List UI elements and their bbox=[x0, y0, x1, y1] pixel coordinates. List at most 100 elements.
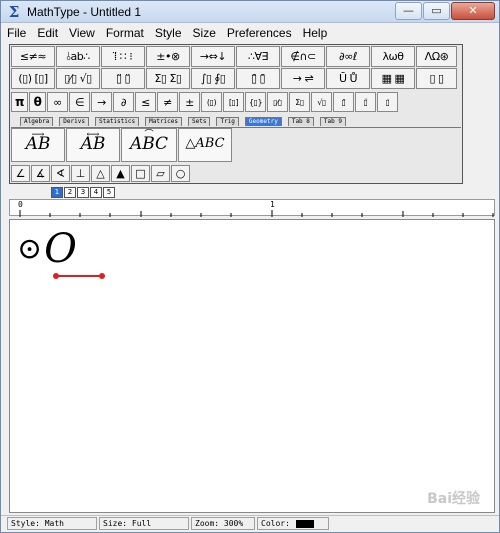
tab-derivs[interactable]: Derivs bbox=[59, 117, 89, 126]
palette-tabs: Algebra Derivs Statistics Matrices Sets … bbox=[20, 117, 352, 126]
geometry-symbol-row: ∠ ∡ ∢ ⊥ △ ▲ □ ▱ ○ bbox=[11, 165, 191, 182]
brackets-button[interactable]: [▯] bbox=[223, 92, 244, 112]
mathtype-window: Σ MathType - Untitled 1 — ▭ ✕ File Edit … bbox=[0, 0, 500, 533]
logic-palette-button[interactable]: ∴∀∃ bbox=[236, 46, 280, 67]
arrows-palette-button[interactable]: →⇔↓ bbox=[191, 46, 235, 67]
circle-icon[interactable]: ○ bbox=[171, 165, 190, 182]
labeled-arrows-palette-button[interactable]: → ⇌ bbox=[281, 68, 325, 89]
status-color-label: Color: bbox=[261, 519, 290, 528]
parallelogram-icon[interactable]: ▱ bbox=[151, 165, 170, 182]
boxes-palette-button[interactable]: ▯ ▯ bbox=[416, 68, 457, 89]
palette-row-3: π θ ∞ ∈ → ∂ ≤ ≠ ± (▯) [▯] {▯} ▯⁄▯ Σ▯ √▯ … bbox=[11, 92, 399, 112]
right-arrow-icon: ⟶ bbox=[31, 130, 45, 140]
pi-button[interactable]: π bbox=[11, 92, 28, 112]
plus-minus-button[interactable]: ± bbox=[179, 92, 200, 112]
sigma-icon: Σ bbox=[8, 3, 20, 21]
line-template-button[interactable]: ⟷ AB bbox=[66, 128, 120, 162]
menu-style[interactable]: Style bbox=[155, 24, 182, 42]
template-label: △ABC bbox=[185, 136, 225, 151]
toolbar-set-3[interactable]: 3 bbox=[77, 187, 89, 198]
menu-edit[interactable]: Edit bbox=[37, 24, 58, 42]
misc-palette-button[interactable]: ∂∞ℓ bbox=[326, 46, 370, 67]
tab-8[interactable]: Tab 8 bbox=[287, 117, 314, 126]
title-bar[interactable]: Σ MathType - Untitled 1 — ▭ ✕ bbox=[1, 1, 499, 23]
square-icon[interactable]: □ bbox=[131, 165, 150, 182]
braces-button[interactable]: {▯} bbox=[245, 92, 266, 112]
tab-statistics[interactable]: Statistics bbox=[94, 117, 140, 126]
theta-button[interactable]: θ bbox=[29, 92, 46, 112]
perpendicular-icon[interactable]: ⊥ bbox=[71, 165, 90, 182]
tab-geometry[interactable]: Geometry bbox=[244, 117, 282, 126]
ruler-mark-0: 0 bbox=[18, 200, 23, 209]
equation-letter: O bbox=[44, 226, 77, 272]
measured-angle-icon[interactable]: ∡ bbox=[31, 165, 50, 182]
scripts-palette-button[interactable]: ▯̈ ▯̈ bbox=[101, 68, 145, 89]
triangle-icon[interactable]: △ bbox=[91, 165, 110, 182]
integrals-palette-button[interactable]: ∫▯ ∮▯ bbox=[191, 68, 235, 89]
minimize-button[interactable]: — bbox=[395, 2, 422, 20]
sets-palette-button[interactable]: ∉∩⊂ bbox=[281, 46, 325, 67]
element-of-button[interactable]: ∈ bbox=[69, 92, 90, 112]
matrices-palette-button[interactable]: ▦ ▦ bbox=[371, 68, 415, 89]
geometry-template-row: ⟶ AB ⟷ AB ⌒ ABC △ABC bbox=[11, 127, 461, 163]
superscript-button[interactable]: ▯̇ bbox=[377, 92, 398, 112]
toolbar-set-4[interactable]: 4 bbox=[90, 187, 102, 198]
palette-row-1: ≤≠≈ ⫰ab∴ ⁞̈ ∷ ⁝ ±•⊗ →⇔↓ ∴∀∃ ∉∩⊂ ∂∞ℓ λωθ … bbox=[11, 46, 458, 67]
circled-dot-symbol: ⊙ bbox=[17, 231, 43, 267]
tab-matrices[interactable]: Matrices bbox=[145, 117, 183, 126]
embellishments-palette-button[interactable]: ⁞̈ ∷ ⁝ bbox=[101, 46, 145, 67]
spaces-palette-button[interactable]: ⫰ab∴ bbox=[56, 46, 100, 67]
menu-file[interactable]: File bbox=[7, 24, 26, 42]
red-underline-annotation bbox=[53, 273, 105, 279]
filled-triangle-icon[interactable]: ▲ bbox=[111, 165, 130, 182]
overbar-button[interactable]: ▯̄ bbox=[333, 92, 354, 112]
sqrt-button[interactable]: √▯ bbox=[311, 92, 332, 112]
toolbar-set-5[interactable]: 5 bbox=[103, 187, 115, 198]
fraction-button[interactable]: ▯⁄▯ bbox=[267, 92, 288, 112]
sums-palette-button[interactable]: Σ▯ Σ▯ bbox=[146, 68, 190, 89]
angle-icon[interactable]: ∠ bbox=[11, 165, 30, 182]
tab-trig[interactable]: Trig bbox=[216, 117, 239, 126]
parentheses-button[interactable]: (▯) bbox=[201, 92, 222, 112]
equation-editor[interactable]: ⊙O Bai经验 bbox=[9, 219, 495, 513]
fractions-palette-button[interactable]: ▯⁄▯ √▯ bbox=[56, 68, 100, 89]
greek-upper-palette-button[interactable]: ΛΩ⊛ bbox=[416, 46, 457, 67]
equation: ⊙O bbox=[17, 226, 77, 272]
menu-preferences[interactable]: Preferences bbox=[227, 24, 292, 42]
window-controls: — ▭ ✕ bbox=[394, 2, 495, 20]
products-palette-button[interactable]: Ū Ů bbox=[326, 68, 370, 89]
menu-size[interactable]: Size bbox=[193, 24, 216, 42]
palette-row-2: (▯) [▯] ▯⁄▯ √▯ ▯̈ ▯̈ Σ▯ Σ▯ ∫▯ ∮▯ ▯̄ ▯̄ →… bbox=[11, 68, 458, 89]
toolbar-set-1[interactable]: 1 bbox=[51, 187, 63, 198]
arc-icon: ⌒ bbox=[144, 130, 154, 140]
triangle-template-button[interactable]: △ABC bbox=[178, 128, 232, 162]
toolbar-set-2[interactable]: 2 bbox=[64, 187, 76, 198]
sum-button[interactable]: Σ▯ bbox=[289, 92, 310, 112]
arrow-button[interactable]: → bbox=[91, 92, 112, 112]
relations-palette-button[interactable]: ≤≠≈ bbox=[11, 46, 55, 67]
tab-algebra[interactable]: Algebra bbox=[20, 117, 54, 126]
menu-format[interactable]: Format bbox=[106, 24, 144, 42]
tab-sets[interactable]: Sets bbox=[188, 117, 211, 126]
menu-bar: File Edit View Format Style Size Prefere… bbox=[1, 24, 499, 42]
arc-template-button[interactable]: ⌒ ABC bbox=[121, 128, 177, 162]
partial-button[interactable]: ∂ bbox=[113, 92, 134, 112]
segment-template-button[interactable]: ⟶ AB bbox=[11, 128, 65, 162]
bars-palette-button[interactable]: ▯̄ ▯̄ bbox=[236, 68, 280, 89]
close-button[interactable]: ✕ bbox=[451, 2, 495, 20]
menu-help[interactable]: Help bbox=[303, 24, 328, 42]
infinity-button[interactable]: ∞ bbox=[47, 92, 68, 112]
watermark: Bai经验 bbox=[427, 491, 480, 507]
tab-9[interactable]: Tab 9 bbox=[319, 117, 346, 126]
maximize-button[interactable]: ▭ bbox=[423, 2, 450, 20]
not-equal-button[interactable]: ≠ bbox=[157, 92, 178, 112]
fences-palette-button[interactable]: (▯) [▯] bbox=[11, 68, 55, 89]
less-equal-button[interactable]: ≤ bbox=[135, 92, 156, 112]
subscript-button[interactable]: ▯̈ bbox=[355, 92, 376, 112]
ruler[interactable]: 0 1 bbox=[9, 199, 495, 217]
spherical-angle-icon[interactable]: ∢ bbox=[51, 165, 70, 182]
menu-view[interactable]: View bbox=[69, 24, 95, 42]
greek-lower-palette-button[interactable]: λωθ bbox=[371, 46, 415, 67]
color-swatch bbox=[295, 519, 314, 528]
operators-palette-button[interactable]: ±•⊗ bbox=[146, 46, 190, 67]
